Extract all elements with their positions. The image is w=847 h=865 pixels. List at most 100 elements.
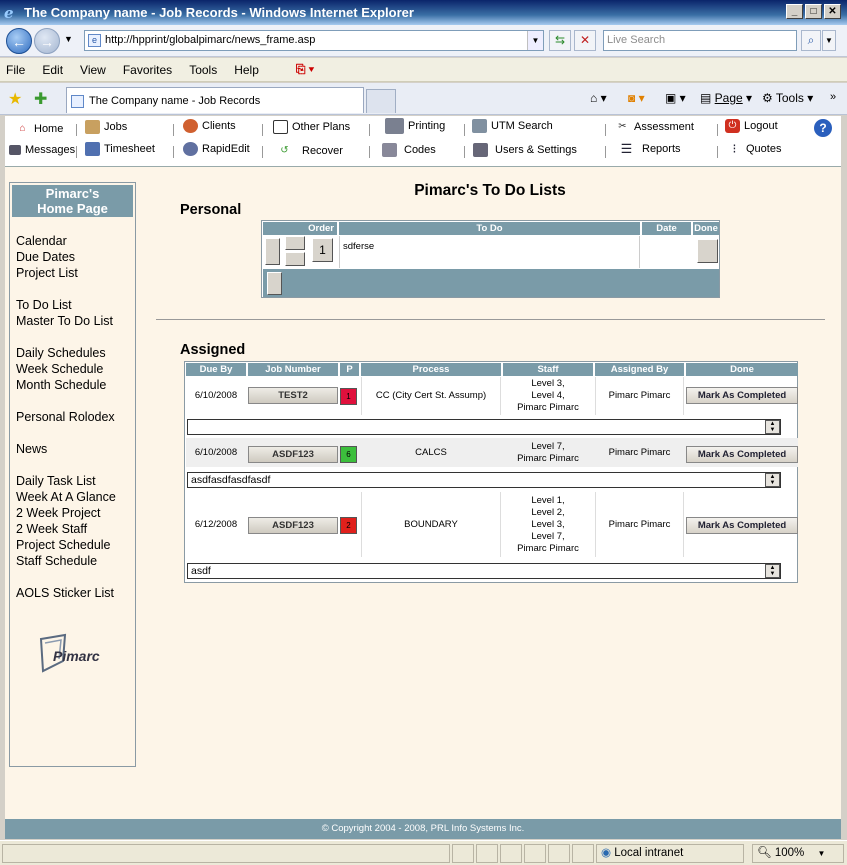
toolbar-printing[interactable]: Printing [385,118,445,134]
toolbar-users-settings[interactable]: Users & Settings [473,143,577,157]
toolbar-messages[interactable]: Messages [9,144,75,156]
mark-completed-button[interactable]: Mark As Completed [686,446,798,463]
toolbar-rapidedit[interactable]: RapidEdit [183,142,250,156]
col-process: Process [361,363,501,376]
address-dropdown-icon[interactable]: ▼ [527,31,543,50]
note-field[interactable] [187,419,781,435]
col-p: P [340,363,359,376]
job-number-button[interactable]: ASDF123 [248,446,338,463]
toolbar-recover[interactable]: ↺ Recover [277,144,343,158]
page-menu[interactable]: ▤ Page ▾ [700,91,752,105]
status-text-area [2,844,450,863]
sidebar-link-project-schedule[interactable]: Project Schedule [16,538,111,552]
menu-edit[interactable]: Edit [42,63,63,77]
zoom-dropdown-icon[interactable]: ▼ [817,849,825,858]
sidebar-link-daily-schedules[interactable]: Daily Schedules [16,346,106,360]
add-todo-button[interactable] [267,272,282,295]
sidebar-link-week-schedule[interactable]: Week Schedule [16,362,103,376]
menu-help[interactable]: Help [234,63,259,77]
sidebar-link-aols-sticker-list[interactable]: AOLS Sticker List [16,586,114,600]
sidebar-link-daily-task-list[interactable]: Daily Task List [16,474,96,488]
toolbar-clients[interactable]: Clients [183,119,236,133]
sidebar-link-news[interactable]: News [16,442,47,456]
plans-icon [273,120,288,134]
done-button[interactable] [697,239,718,263]
sidebar-link-2-week-staff[interactable]: 2 Week Staff [16,522,87,536]
toolbar-reports[interactable]: ☰ Reports [619,142,681,156]
job-number-button[interactable]: TEST2 [248,387,338,404]
recover-icon: ↺ [280,145,289,156]
search-go-icon[interactable]: ⌕ [801,30,821,51]
sidebar-link-project-list[interactable]: Project List [16,266,78,280]
sidebar-link-calendar[interactable]: Calendar [16,234,67,248]
status-segment [476,844,498,863]
feeds-icon[interactable]: ◙ ▾ [628,91,645,105]
history-dropdown-icon[interactable]: ▼ [64,34,73,44]
tools-menu[interactable]: ⚙ Tools ▾ [762,91,813,105]
note-field[interactable]: asdfasdfasdfasdf [187,472,781,488]
sidebar-link-staff-schedule[interactable]: Staff Schedule [16,554,97,568]
search-options-icon[interactable]: ▼ [822,30,836,51]
toolbar-home[interactable]: ⌂ Home [15,122,63,136]
note-field[interactable]: asdf [187,563,781,579]
home-page-icon[interactable]: ⌂ ▾ [590,91,607,105]
separator [76,124,77,136]
job-number-button[interactable]: ASDF123 [248,517,338,534]
forward-button[interactable]: → [34,28,60,54]
pdf-icon[interactable]: ⎘ ▾ [296,62,314,77]
move-up-button[interactable] [285,236,305,250]
new-tab-button[interactable] [366,89,396,113]
sidebar-link-master-to-do[interactable]: Master To Do List [16,314,113,328]
sidebar-link-2-week-project[interactable]: 2 Week Project [16,506,101,520]
refresh-icon[interactable]: ⇆ [549,30,571,51]
favorites-star-icon[interactable]: ★ [8,89,22,109]
close-window-button[interactable]: ✕ [824,4,841,19]
menu-file[interactable]: File [6,63,25,77]
chevron-more-icon[interactable]: » [830,91,836,103]
move-down-button[interactable] [285,252,305,266]
toolbar-logout[interactable]: ⏻ Logout [725,119,778,133]
note-scroll-icon[interactable]: ▲ ▼ [765,420,780,434]
window-controls: _ □ ✕ [786,4,841,19]
back-button[interactable]: ← [6,28,32,54]
toolbar-assessment[interactable]: ✂ Assessment [615,120,694,134]
mark-completed-button[interactable]: Mark As Completed [686,387,798,404]
mark-completed-button[interactable]: Mark As Completed [686,517,798,534]
stop-icon[interactable]: ✕ [574,30,596,51]
order-number[interactable]: 1 [312,238,333,262]
print-icon[interactable]: ▣ ▾ [665,91,686,105]
browser-tab[interactable]: The Company name - Job Records [66,87,364,113]
tab-page-icon [71,95,84,108]
zoom-control[interactable]: 🔍︎ 100% ▼ [752,844,844,863]
sidebar-link-month-schedule[interactable]: Month Schedule [16,378,106,392]
sidebar-link-week-at-a-glance[interactable]: Week At A Glance [16,490,116,504]
add-favorite-icon[interactable]: ✚ [34,89,47,109]
note-scroll-icon[interactable]: ▲ ▼ [765,473,780,487]
sidebar-link-to-do-list[interactable]: To Do List [16,298,72,312]
toolbar-timesheet[interactable]: Timesheet [85,142,155,156]
page-title: Pimarc's To Do Lists [414,182,566,199]
col-order: Order [263,222,337,235]
address-bar[interactable]: e http://hpprint/globalpimarc/news_frame… [84,30,544,51]
home-page-button[interactable]: Pimarc's Home Page [12,185,133,217]
status-segment [500,844,522,863]
window-title: The Company name - Job Records - Windows… [24,5,414,20]
toolbar-codes[interactable]: Codes [382,143,436,157]
minimize-button[interactable]: _ [786,4,803,19]
sidebar-link-due-dates[interactable]: Due Dates [16,250,75,264]
process-name: CC (City Cert St. Assump) [361,377,501,415]
toolbar-utm-search[interactable]: UTM Search [472,119,553,133]
sidebar-link-personal-rolodex[interactable]: Personal Rolodex [16,410,115,424]
menu-tools[interactable]: Tools [189,63,217,77]
toolbar-jobs[interactable]: Jobs [85,120,127,134]
maximize-button[interactable]: □ [805,4,822,19]
search-input[interactable]: Live Search [603,30,797,51]
toolbar-quotes[interactable]: ⁝ Quotes [727,142,781,156]
menu-favorites[interactable]: Favorites [123,63,172,77]
note-scroll-icon[interactable]: ▲ ▼ [765,564,780,578]
help-icon[interactable]: ? [814,119,832,137]
menu-view[interactable]: View [80,63,106,77]
separator [605,146,606,158]
toolbar-other-plans[interactable]: Other Plans [273,120,350,134]
row-select-button[interactable] [265,238,280,265]
